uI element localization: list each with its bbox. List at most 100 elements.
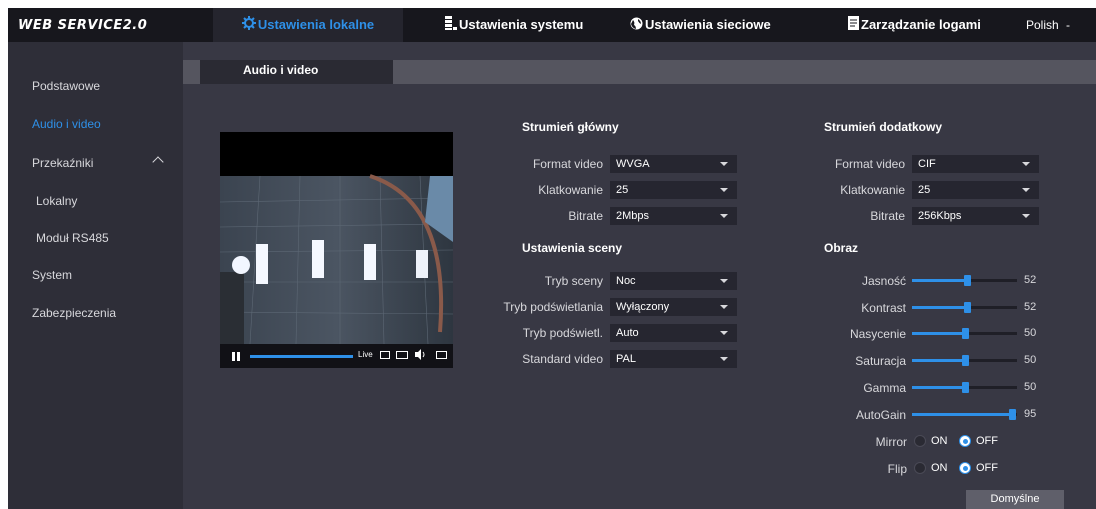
flip-off-label: OFF [976,462,998,474]
sub-framerate-select[interactable]: 25 [912,181,1039,199]
nav-tab-local-settings[interactable]: Ustawienia lokalne [213,8,403,42]
scene-mode-select[interactable]: Noc [610,272,737,290]
select-value: WVGA [616,158,650,170]
sub-bitrate-select[interactable]: 256Kbps [912,207,1039,225]
chevron-down-icon [720,331,728,335]
gamma-value: 50 [1024,381,1037,393]
server-icon [445,9,457,43]
record-icon[interactable] [396,351,408,359]
backlight-select[interactable]: Auto [610,324,737,342]
flip-on-radio[interactable] [914,462,926,474]
video-standard-label: Standard video [522,352,603,366]
video-standard-select[interactable]: PAL [610,350,737,368]
main-stream-title: Strumień główny [522,120,619,134]
sub-framerate-label: Klatkowanie [840,183,905,197]
document-icon [848,9,859,43]
mirror-off-radio[interactable] [959,435,971,447]
contrast-slider[interactable] [912,302,1017,313]
mirror-label: Mirror [875,435,907,449]
slider-handle[interactable] [964,275,971,286]
slider-handle[interactable] [962,382,969,393]
playback-progress-bar[interactable] [250,355,353,358]
sidebar-item-system[interactable]: System [32,268,72,282]
flip-on-label: ON [931,462,948,474]
saturation-slider[interactable] [912,355,1017,366]
select-value: Wyłączony [616,301,670,313]
main-format-select[interactable]: WVGA [610,155,737,173]
slider-handle[interactable] [962,328,969,339]
slider-fill [912,413,1012,416]
brightness-slider[interactable] [912,275,1017,286]
backlight-mode-select[interactable]: Wyłączony [610,298,737,316]
top-nav-bar: WEB SERVICE2.0 Ustawienia lokalne Ustawi… [8,8,1096,42]
slider-fill [912,386,965,389]
autogain-value: 95 [1024,408,1037,420]
slider-fill [912,279,967,282]
sub-bitrate-label: Bitrate [870,209,905,223]
chevron-down-icon [720,305,728,309]
main-framerate-select[interactable]: 25 [610,181,737,199]
slider-fill [912,306,967,309]
snapshot-icon[interactable] [380,351,390,359]
sub-format-select[interactable]: CIF [912,155,1039,173]
mirror-on-radio[interactable] [914,435,926,447]
speaker-icon[interactable] [415,349,427,360]
tab-audio-video[interactable]: Audio i video [200,60,393,84]
fullscreen-icon[interactable] [436,351,447,359]
brightness-value: 52 [1024,274,1037,286]
chevron-up-icon[interactable] [152,156,164,168]
chevron-down-icon [1022,188,1030,192]
nav-tab-system-settings[interactable]: Ustawienia systemu [445,8,583,42]
slider-handle[interactable] [964,302,971,313]
sidebar-item-relays[interactable]: Przekaźniki [32,156,93,170]
nav-tab-network-settings[interactable]: Ustawienia sieciowe [630,8,771,42]
sidebar-item-basic[interactable]: Podstawowe [32,79,100,93]
saturation-pl-slider[interactable] [912,328,1017,339]
scene-mode-label: Tryb sceny [544,274,603,288]
sidebar-item-rs485-module[interactable]: Moduł RS485 [36,231,109,245]
app-logo: WEB SERVICE2.0 [18,18,148,33]
autogain-label: AutoGain [855,408,906,422]
gamma-slider[interactable] [912,382,1017,393]
main-bitrate-select[interactable]: 2Mbps [610,207,737,225]
sub-stream-title: Strumień dodatkowy [824,120,943,134]
slider-fill [912,359,965,362]
main-framerate-label: Klatkowanie [538,183,603,197]
sidebar-item-local[interactable]: Lokalny [36,194,77,208]
nav-tab-label: Zarządzanie logami [861,17,981,32]
select-value: Noc [616,275,636,287]
backlight-mode-label: Tryb podświetlania [503,300,603,314]
sidebar-item-audio-video[interactable]: Audio i video [32,117,101,131]
chevron-down-icon [720,357,728,361]
image-section-title: Obraz [824,241,859,255]
pause-icon[interactable] [232,352,240,361]
nav-tab-log-management[interactable]: Zarządzanie logami [848,8,981,42]
app-frame: WEB SERVICE2.0 Ustawienia lokalne Ustawi… [8,8,1096,509]
contrast-value: 52 [1024,301,1037,313]
slider-handle[interactable] [962,355,969,366]
globe-icon [630,9,643,43]
sidebar-item-security[interactable]: Zabezpieczenia [32,306,116,320]
scene-settings-title: Ustawienia sceny [522,241,623,255]
main-bitrate-label: Bitrate [568,209,603,223]
select-value: 25 [918,184,931,196]
select-value: Auto [616,327,639,339]
chevron-down-icon [720,162,728,166]
saturation-pl-value: 50 [1024,327,1037,339]
live-label: Live [358,350,373,359]
slider-handle[interactable] [1009,409,1016,420]
chevron-down-icon [1022,214,1030,218]
gamma-label: Gamma [863,381,906,395]
select-value: 25 [616,184,629,196]
flip-off-radio[interactable] [959,462,971,474]
flip-label: Flip [887,462,907,476]
chevron-down-icon [1022,162,1030,166]
autogain-slider[interactable] [912,409,1017,420]
main-panel: Audio i video Live Strumień główny Forma… [183,42,1096,509]
language-selector[interactable]: Polish - [1026,8,1070,42]
chevron-down-icon [720,214,728,218]
chevron-down-icon [720,188,728,192]
gear-icon [241,9,256,43]
video-player[interactable]: Live [220,132,453,368]
default-button[interactable]: Domyślne [966,490,1064,509]
